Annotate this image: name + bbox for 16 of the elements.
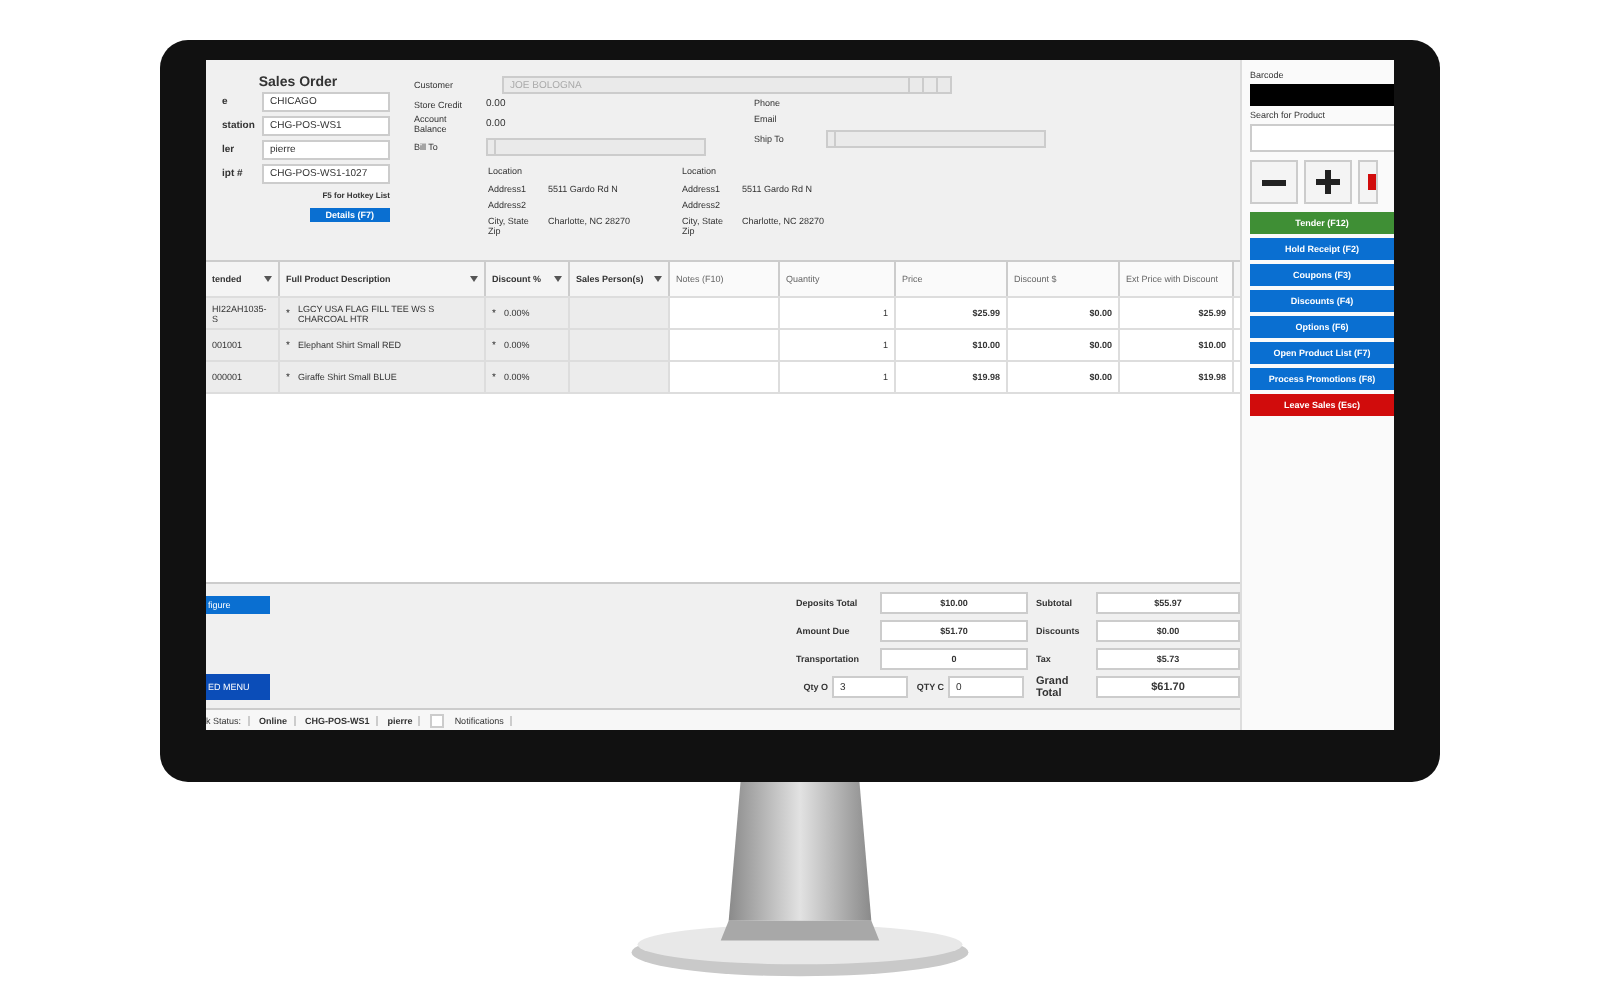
plus-icon — [1316, 170, 1340, 194]
delete-button[interactable] — [1358, 160, 1378, 204]
sort-caret-icon — [470, 276, 478, 282]
sort-caret-icon — [554, 276, 562, 282]
notification-checkbox[interactable] — [430, 713, 445, 727]
minus-icon — [1262, 179, 1286, 185]
barcode-field[interactable] — [1250, 84, 1394, 106]
sort-caret-icon — [654, 276, 662, 282]
plus-button[interactable] — [1304, 160, 1352, 204]
table-cell — [570, 330, 670, 360]
bill-to-dropdown[interactable] — [486, 138, 706, 156]
table-cell — [570, 362, 670, 392]
search-field[interactable] — [1250, 124, 1394, 152]
sort-caret-icon — [264, 276, 272, 282]
ship-to-dropdown[interactable] — [826, 130, 1046, 148]
minus-button[interactable] — [1250, 160, 1298, 204]
